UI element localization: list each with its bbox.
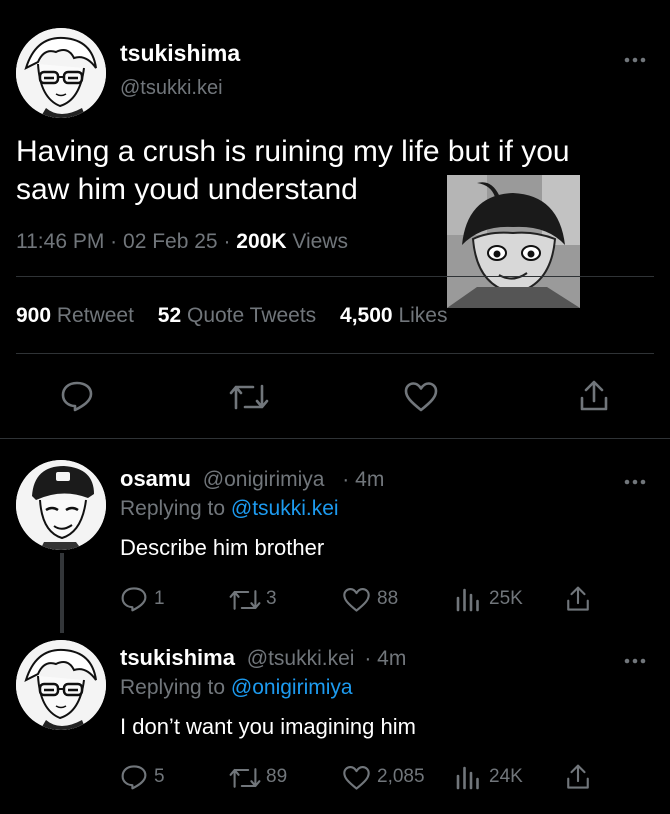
retweets-label: Retweet — [56, 304, 134, 327]
avatar[interactable] — [16, 28, 106, 118]
reply-thread-line — [60, 553, 64, 633]
divider — [0, 438, 670, 439]
meta-separator: · — [110, 230, 118, 253]
reply-count: 5 — [154, 766, 165, 787]
more-icon[interactable] — [624, 653, 646, 665]
more-icon[interactable] — [624, 52, 646, 64]
avatar-illustration — [16, 460, 106, 550]
divider — [16, 276, 654, 277]
image-illustration — [447, 175, 580, 308]
share-icon[interactable] — [578, 379, 610, 413]
tweet-meta: 11:46 PM · 02 Feb 25 · 200K Views — [16, 230, 348, 254]
heart-icon[interactable] — [404, 381, 438, 413]
views-label: Views — [292, 230, 348, 253]
tweet-text-line: Having a crush is ruining my life but if… — [16, 135, 570, 168]
display-name[interactable]: tsukishima — [120, 645, 235, 670]
tweet-time[interactable]: 11:46 PM — [16, 230, 104, 253]
quotes-count: 52 — [157, 304, 182, 327]
avatar-illustration — [16, 28, 106, 118]
views-icon[interactable] — [455, 586, 481, 612]
likes-count: 4,500 — [340, 304, 393, 327]
likes-stat[interactable]: 4,500 Likes — [340, 304, 447, 327]
retweet-icon[interactable] — [228, 588, 262, 612]
replying-to-handle[interactable]: @onigirimiya — [231, 676, 353, 699]
replying-to: Replying to @onigirimiya — [120, 676, 353, 700]
heart-icon[interactable] — [342, 587, 371, 613]
handle[interactable]: @tsukki.kei — [247, 647, 355, 670]
replying-to: Replying to @tsukki.kei — [120, 497, 339, 521]
avatar[interactable] — [16, 640, 106, 730]
display-name[interactable]: osamu — [120, 466, 191, 491]
avatar-illustration — [16, 640, 106, 730]
retweet-icon[interactable] — [229, 382, 269, 412]
reply-age[interactable]: 4m — [377, 647, 406, 670]
views-icon[interactable] — [455, 764, 481, 790]
like-count: 88 — [377, 588, 399, 609]
reply-count: 1 — [154, 588, 165, 609]
replying-to-handle[interactable]: @tsukki.kei — [231, 497, 339, 520]
more-icon[interactable] — [624, 474, 646, 486]
reply-text: I don’t want you imagining him — [120, 714, 416, 739]
retweet-icon[interactable] — [228, 766, 262, 790]
likes-label: Likes — [398, 304, 448, 327]
avatar[interactable] — [16, 460, 106, 550]
replying-to-label: Replying to — [120, 497, 226, 520]
meta-separator: · — [223, 230, 231, 253]
retweet-count: 89 — [266, 766, 288, 787]
attached-image[interactable] — [447, 175, 580, 308]
heart-icon[interactable] — [342, 765, 371, 791]
display-name[interactable]: tsukishima — [120, 40, 240, 67]
views-count: 200K — [236, 230, 287, 253]
reply-icon[interactable] — [60, 380, 94, 412]
share-icon[interactable] — [565, 763, 591, 791]
like-count: 2,085 — [377, 766, 425, 787]
reply-text: Describe him brother — [120, 535, 325, 560]
retweets-stat[interactable]: 900 Retweet — [16, 304, 134, 327]
reply-header: tsukishima @tsukki.kei · 4m — [120, 645, 406, 671]
engagement-stats: 900 Retweet 52 Quote Tweets 4,500 Likes — [16, 304, 447, 328]
share-icon[interactable] — [565, 585, 591, 613]
quotes-label: Quote Tweets — [186, 304, 317, 327]
meta-separator: · — [364, 647, 372, 670]
handle[interactable]: @onigirimiya — [203, 468, 325, 491]
view-count: 24K — [489, 766, 523, 787]
tweet-date[interactable]: 02 Feb 25 — [123, 230, 218, 253]
reply-icon[interactable] — [120, 586, 148, 612]
reply-icon[interactable] — [120, 764, 148, 790]
reply-header: osamu @onigirimiya · 4m — [120, 466, 384, 492]
view-count: 25K — [489, 588, 523, 609]
replying-to-label: Replying to — [120, 676, 226, 699]
retweets-count: 900 — [16, 304, 52, 327]
divider — [16, 353, 654, 354]
quotes-stat[interactable]: 52 Quote Tweets — [158, 304, 316, 327]
retweet-count: 3 — [266, 588, 277, 609]
meta-separator: · — [342, 468, 350, 491]
reply-age[interactable]: 4m — [355, 468, 384, 491]
handle[interactable]: @tsukki.kei — [120, 77, 223, 100]
